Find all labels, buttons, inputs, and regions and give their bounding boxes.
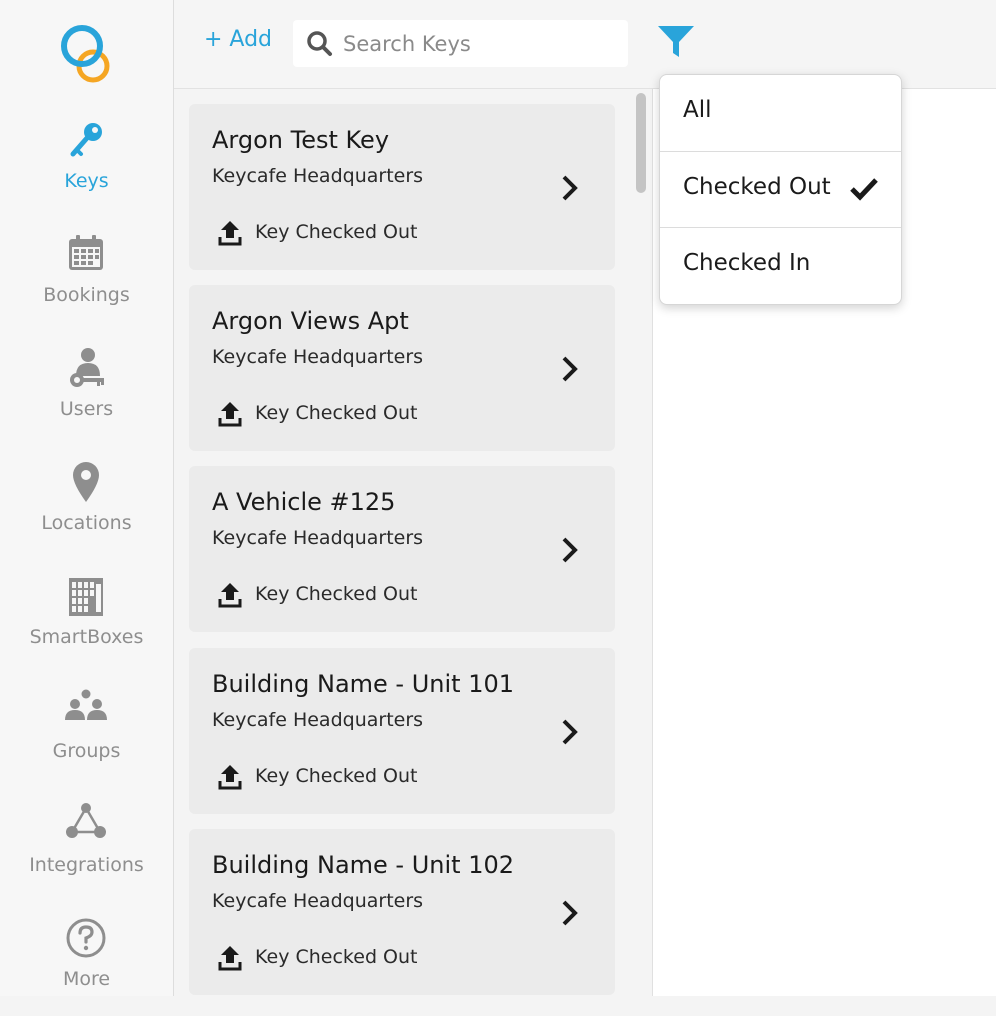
sidebar-item-label: Keys [64, 170, 109, 192]
sidebar-item-integrations[interactable]: Integrations [0, 802, 173, 902]
checkout-upload-icon [218, 946, 242, 971]
sidebar-item-groups[interactable]: Groups [0, 688, 173, 788]
key-card[interactable]: Building Name - Unit 102 Keycafe Headqua… [189, 829, 615, 995]
key-card[interactable]: Argon Test Key Keycafe Headquarters Key … [189, 104, 615, 270]
smartbox-icon [69, 578, 103, 616]
sidebar-item-label: Users [59, 398, 114, 420]
sidebar-item-more[interactable]: More [0, 916, 173, 1016]
key-list[interactable]: Argon Test Key Keycafe Headquarters Key … [174, 89, 653, 996]
key-location: Keycafe Headquarters [212, 890, 424, 912]
search-icon [307, 31, 332, 56]
key-location: Keycafe Headquarters [212, 527, 424, 549]
filter-option-checked-out[interactable]: Checked Out [660, 151, 901, 228]
key-location: Keycafe Headquarters [212, 709, 424, 731]
sidebar-item-label: Groups [52, 740, 121, 762]
filter-option-label: Checked Out [683, 174, 831, 200]
key-status-text: Key Checked Out [255, 946, 418, 968]
integrations-icon [66, 803, 106, 838]
search-input[interactable] [343, 20, 618, 67]
checkout-upload-icon [218, 583, 242, 608]
chevron-right-icon [562, 175, 578, 201]
filter-icon[interactable] [656, 22, 696, 62]
groups-icon [65, 689, 107, 720]
sidebar-item-locations[interactable]: Locations [0, 460, 173, 560]
checkmark-icon [850, 178, 878, 201]
add-key-button[interactable]: + Add [204, 27, 272, 52]
sidebar-item-bookings[interactable]: Bookings [0, 232, 173, 332]
sidebar-item-label: Locations [41, 512, 132, 534]
chevron-right-icon [562, 719, 578, 745]
key-status-text: Key Checked Out [255, 221, 418, 243]
filter-option-label: Checked In [683, 250, 811, 276]
key-status-text: Key Checked Out [255, 402, 418, 424]
chevron-right-icon [562, 356, 578, 382]
help-icon [66, 918, 106, 958]
filter-option-label: All [683, 97, 712, 123]
sidebar-item-label: SmartBoxes [29, 626, 144, 648]
keycafe-logo[interactable] [55, 22, 117, 84]
chevron-right-icon [562, 900, 578, 926]
list-scrollbar[interactable] [636, 93, 646, 193]
filter-option-all[interactable]: All [660, 75, 901, 151]
sidebar-item-label: More [62, 968, 111, 990]
search-box[interactable] [293, 20, 628, 67]
sidebar-item-label: Integrations [29, 854, 144, 876]
key-name: Building Name - Unit 102 [212, 851, 515, 879]
sidebar-item-users[interactable]: Users [0, 346, 173, 446]
location-pin-icon [73, 462, 99, 502]
key-name: Argon Test Key [212, 126, 390, 154]
key-status-text: Key Checked Out [255, 765, 418, 787]
checkout-upload-icon [218, 765, 242, 790]
chevron-right-icon [562, 537, 578, 563]
sidebar-item-keys[interactable]: Keys [0, 118, 173, 218]
key-location: Keycafe Headquarters [212, 346, 424, 368]
checkout-upload-icon [218, 221, 242, 246]
calendar-icon [69, 235, 103, 270]
checkout-upload-icon [218, 402, 242, 427]
key-status-text: Key Checked Out [255, 583, 418, 605]
filter-dropdown: All Checked Out Checked In [659, 74, 902, 305]
sidebar-item-smartboxes[interactable]: SmartBoxes [0, 574, 173, 674]
key-name: A Vehicle #125 [212, 488, 396, 516]
key-card[interactable]: Building Name - Unit 101 Keycafe Headqua… [189, 648, 615, 814]
sidebar: Keys Bookings Users Locations SmartBoxes… [0, 0, 174, 996]
key-name: Building Name - Unit 101 [212, 670, 515, 698]
key-icon [70, 123, 102, 157]
key-card[interactable]: A Vehicle #125 Keycafe Headquarters Key … [189, 466, 615, 632]
key-location: Keycafe Headquarters [212, 165, 424, 187]
user-key-icon [70, 348, 104, 387]
key-name: Argon Views Apt [212, 307, 409, 335]
key-card[interactable]: Argon Views Apt Keycafe Headquarters Key… [189, 285, 615, 451]
filter-option-checked-in[interactable]: Checked In [660, 227, 901, 304]
sidebar-item-label: Bookings [43, 284, 130, 306]
